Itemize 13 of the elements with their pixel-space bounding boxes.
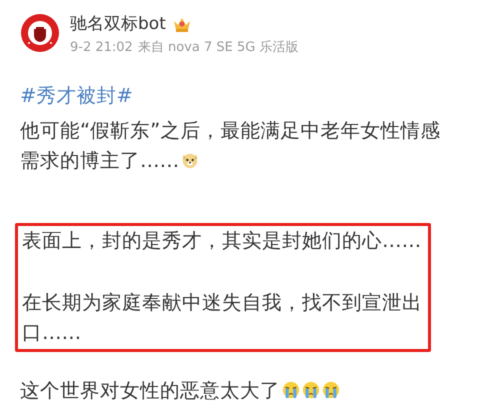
avatar-logo-icon[interactable] [20,13,60,53]
dog-face-icon [181,151,200,169]
post-text: 他可能“假靳东”之后，最能满足中老年女性情感需求的博主了…… [20,119,440,172]
post-text: 这个世界对女性的恶意太大了 [20,379,340,402]
hashtag-link[interactable]: #秀才被封# [20,81,133,111]
post-time[interactable]: 9-2 21:02 [70,40,133,56]
post-text: 表面上，封的是秀才，其实是封她们的心…… [22,228,422,254]
post-source: 来自 nova 7 SE 5G 乐活版 [138,40,298,56]
crying-face-icon [322,381,340,399]
crying-face-icon [302,381,320,399]
crying-face-icon [282,381,300,399]
author-name[interactable]: 驰名双标bot [70,13,166,35]
post-text: 在长期为家庭奉献中迷失自我，找不到宣泄出口…… [22,290,423,346]
